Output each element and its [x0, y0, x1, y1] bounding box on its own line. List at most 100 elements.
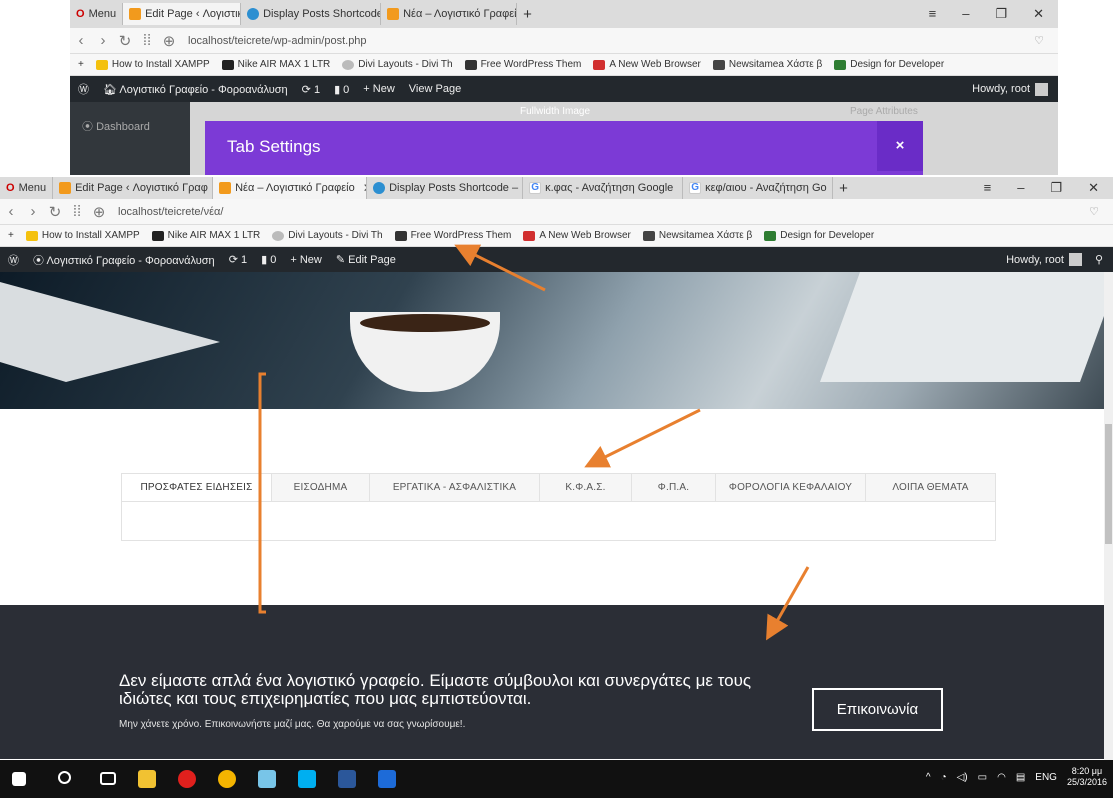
modal-close-button[interactable]: × [877, 121, 923, 171]
tab-menu-icon[interactable]: ≡ [984, 180, 992, 196]
opera-icon[interactable] [178, 770, 196, 788]
front-tab-edit-page[interactable]: Edit Page ‹ Λογιστικό Γραφ✕ [53, 177, 214, 199]
wifi-icon[interactable]: ◠ [997, 772, 1006, 783]
search-icon[interactable]: ⚲ [1095, 253, 1103, 266]
updates-link[interactable]: ⟳ 1 [229, 253, 247, 266]
bookmark[interactable]: Divi Layouts - Divi Th [272, 230, 383, 241]
language-indicator[interactable]: ENG [1035, 772, 1057, 783]
forward-arrow-icon[interactable]: › [92, 32, 114, 49]
bookmark[interactable]: How to Install XAMPP [95, 59, 210, 70]
heart-icon[interactable]: ♡ [1034, 34, 1044, 47]
front-tab-nea[interactable]: Νέα – Λογιστικό Γραφείο✕ [213, 177, 368, 199]
wordpress-favicon-icon [373, 182, 386, 194]
cta-headline: Δεν είμαστε απλά ένα λογιστικό γραφείο. … [119, 671, 752, 708]
chevron-up-icon[interactable]: ^ [926, 772, 931, 783]
search-icon[interactable] [58, 771, 71, 784]
volume-icon[interactable]: ◁) [957, 772, 968, 783]
call-to-action-section: Δεν είμαστε απλά ένα λογιστικό γραφείο. … [0, 605, 1104, 759]
close-window-button[interactable]: ✕ [1088, 180, 1099, 196]
tab-labor-insurance[interactable]: ΕΡΓΑΤΙΚΑ - ΑΣΦΑΛΙΣΤΙΚΑ [370, 474, 540, 501]
edit-page-link[interactable]: ✎ Edit Page [336, 253, 396, 266]
task-view-icon[interactable] [100, 772, 116, 785]
brackets-icon[interactable] [378, 770, 396, 788]
speed-dial-icon[interactable]: ⁞⁞ [136, 32, 158, 49]
tab-other-topics[interactable]: ΛΟΙΠΑ ΘΕΜΑΤΑ [866, 474, 995, 501]
notification-icon[interactable]: ▤ [1016, 772, 1025, 783]
back-tab-edit-page[interactable]: Edit Page ‹ Λογιστικό Γραφ✕ [123, 3, 242, 25]
tab-income[interactable]: ΕΙΣΟΔΗΜΑ [272, 474, 370, 501]
tab-menu-icon[interactable]: ≡ [929, 6, 937, 22]
heart-icon[interactable]: ♡ [1089, 205, 1099, 218]
speed-dial-icon[interactable]: ⁞⁞ [66, 203, 88, 220]
reload-icon[interactable]: ↻ [44, 203, 66, 221]
wp-admin-sidebar: ⦿ Dashboard [70, 102, 190, 175]
clock[interactable]: 8:20 μμ 25/3/2016 [1067, 766, 1107, 788]
opera-menu-button[interactable]: O Menu [0, 177, 54, 199]
word-icon[interactable] [338, 770, 356, 788]
forward-arrow-icon[interactable]: › [22, 203, 44, 220]
chrome-icon[interactable] [218, 770, 236, 788]
updates-link[interactable]: ⟳ 1 [302, 83, 320, 96]
wordpress-logo-icon[interactable]: Ⓦ [8, 252, 19, 268]
sidebar-item-dashboard[interactable]: ⦿ Dashboard [70, 102, 190, 134]
bookmark[interactable]: Nike AIR MAX 1 LTR [151, 230, 260, 241]
file-explorer-icon[interactable] [138, 770, 156, 788]
minimize-button[interactable]: – [1017, 180, 1024, 196]
comments-link[interactable]: ▮ 0 [334, 83, 349, 96]
back-arrow-icon[interactable]: ‹ [0, 203, 22, 220]
opera-menu-button[interactable]: O Menu [70, 3, 124, 25]
tab-vat[interactable]: Φ.Π.Α. [632, 474, 716, 501]
back-tab-nea[interactable]: Νέα – Λογιστικό Γραφείο✕ [381, 3, 518, 25]
back-arrow-icon[interactable]: ‹ [70, 32, 92, 49]
contact-button[interactable]: Επικοινωνία [812, 688, 943, 731]
new-tab-button[interactable]: + [517, 3, 538, 25]
modal-title: Tab Settings [227, 137, 321, 156]
bookmark[interactable]: A New Web Browser [593, 59, 701, 70]
maximize-button[interactable]: ❐ [995, 6, 1007, 22]
site-name-link[interactable]: 🏠︎ Λογιστικό Γραφείο - Φοροανάλυση [103, 83, 288, 96]
bookmark[interactable]: Newsitamea Χάστε β [642, 230, 752, 241]
comments-link[interactable]: ▮ 0 [261, 253, 276, 266]
bookmark[interactable]: Newsitamea Χάστε β [712, 59, 822, 70]
close-window-button[interactable]: ✕ [1033, 6, 1044, 22]
tab-kfas[interactable]: Κ.Φ.Α.Σ. [540, 474, 632, 501]
add-bookmark-icon[interactable]: + [8, 230, 14, 241]
url-field[interactable]: localhost/teicrete/wp-admin/post.php [188, 35, 367, 47]
minimize-button[interactable]: – [962, 6, 969, 22]
bookmark[interactable]: A New Web Browser [523, 230, 631, 241]
bookmark[interactable]: Free WordPress Them [464, 59, 581, 70]
tab-capital-tax[interactable]: ΦΟΡΟΛΟΓΙΑ ΚΕΦΑΛΑΙΟΥ [716, 474, 866, 501]
add-bookmark-icon[interactable]: + [78, 59, 84, 70]
page-scrollbar[interactable] [1104, 272, 1113, 762]
wordpress-logo-icon[interactable]: Ⓦ [78, 81, 89, 97]
battery-icon[interactable]: ▭ [978, 772, 987, 783]
bookmark[interactable]: Design for Developer [764, 230, 874, 241]
front-tab-google-search-1[interactable]: Gκ.φας - Αναζήτηση Google✕ [523, 177, 684, 199]
new-link[interactable]: + New [290, 254, 322, 266]
network-icon[interactable]: ◔ [941, 772, 947, 783]
back-tab-bar: OMenu Edit Page ‹ Λογιστικό Γραφ✕ Displa… [70, 0, 1058, 28]
bookmark[interactable]: Design for Developer [834, 59, 944, 70]
view-page-link[interactable]: View Page [409, 83, 461, 95]
tab-recent-news[interactable]: ΠΡΟΣΦΑΤΕΣ ΕΙΔΗΣΕΙΣ [122, 474, 272, 501]
maximize-button[interactable]: ❐ [1050, 180, 1062, 196]
front-tab-display-posts[interactable]: Display Posts Shortcode –✕ [367, 177, 524, 199]
reload-icon[interactable]: ↻ [114, 32, 136, 50]
bookmark[interactable]: Divi Layouts - Divi Th [342, 59, 453, 70]
site-name-link[interactable]: ⦿ Λογιστικό Γραφείο - Φοροανάλυση [33, 252, 215, 268]
new-tab-button[interactable]: + [833, 177, 854, 199]
howdy-menu[interactable]: Howdy, root ⚲ [1006, 253, 1103, 266]
skype-icon[interactable] [298, 770, 316, 788]
start-icon[interactable] [12, 772, 26, 786]
bookmark[interactable]: How to Install XAMPP [25, 230, 140, 241]
bookmark[interactable]: Free WordPress Them [394, 230, 511, 241]
url-field[interactable]: localhost/teicrete/νέα/ [118, 206, 223, 218]
site-favicon-icon [387, 8, 400, 20]
folder-icon[interactable] [258, 770, 276, 788]
front-tab-google-search-2[interactable]: Gκεφ/αιου - Αναζήτηση Go✕ [683, 177, 834, 199]
howdy-menu[interactable]: Howdy, root [972, 82, 1048, 96]
bookmark[interactable]: Nike AIR MAX 1 LTR [221, 59, 330, 70]
new-link[interactable]: + New [363, 83, 395, 95]
scrollbar-thumb[interactable] [1105, 424, 1112, 544]
back-tab-display-posts[interactable]: Display Posts Shortcode –✕ [241, 3, 382, 25]
